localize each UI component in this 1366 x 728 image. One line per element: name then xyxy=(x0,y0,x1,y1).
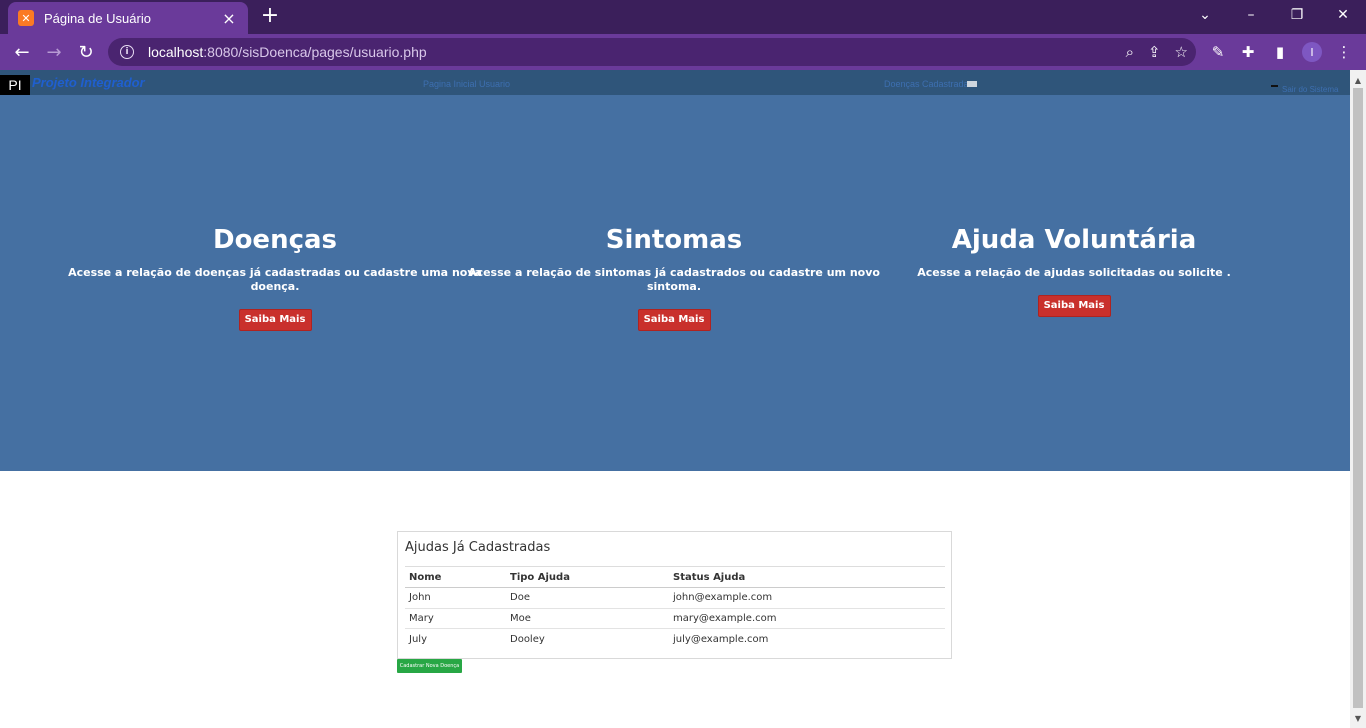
profile-avatar[interactable]: I xyxy=(1298,38,1326,66)
table-cell: Dooley xyxy=(510,633,545,645)
nav-dropdown-toggle[interactable] xyxy=(967,81,977,87)
close-window-icon[interactable]: ✕ xyxy=(1320,0,1366,30)
saiba-mais-ajuda-button[interactable]: Saiba Mais xyxy=(1037,295,1111,317)
table-cell: july@example.com xyxy=(673,633,769,645)
feature-ajuda-voluntaria: Ajuda Voluntária Acesse a relação de aju… xyxy=(864,222,1284,317)
table-row: July Dooley july@example.com xyxy=(405,629,945,650)
browser-menu-icon[interactable]: ⋮ xyxy=(1330,38,1358,66)
scroll-up-arrow-icon[interactable]: ▲ xyxy=(1350,72,1366,88)
feature-description: Acesse a relação de ajudas solicitadas o… xyxy=(917,266,1231,279)
table-cell: John xyxy=(405,587,506,609)
column-header-nome: Nome xyxy=(405,566,506,588)
nav-menu-dash-icon xyxy=(1271,85,1278,87)
feature-title: Doenças xyxy=(212,225,338,255)
table-cell: July xyxy=(409,633,427,645)
minimize-icon[interactable]: – xyxy=(1228,0,1274,30)
column-header-status: Status Ajuda xyxy=(669,566,945,588)
nav-link-home[interactable]: Pagina Inicial Usuario xyxy=(423,79,510,89)
cadastrar-nova-doenca-button[interactable]: Cadastrar Nova Doença xyxy=(397,659,462,673)
url-host: localhost xyxy=(148,44,204,60)
forward-arrow-icon[interactable]: → xyxy=(40,38,68,66)
back-arrow-icon[interactable]: ← xyxy=(8,38,36,66)
panel-title: Ajudas Já Cadastradas xyxy=(405,540,551,555)
url-path: :8080/sisDoenca/pages/usuario.php xyxy=(203,44,427,60)
browser-toolbar: ← → ↻ i localhost:8080/sisDoenca/pages/u… xyxy=(0,34,1366,70)
table-cell: Moe xyxy=(506,608,669,629)
bookmark-star-icon[interactable]: ☆ xyxy=(1175,43,1188,61)
browser-tab-strip: ✕ Página de Usuário × + ⌄ – ❐ ✕ xyxy=(0,0,1366,34)
table-cell: Doe xyxy=(506,587,669,609)
page-viewport: PI Projeto Integrador Pagina Inicial Usu… xyxy=(0,70,1350,728)
feature-sintomas: Sintomas Acesse a relação de sintomas já… xyxy=(464,222,884,331)
extensions-puzzle-icon[interactable]: ✚ xyxy=(1234,38,1262,66)
table-cell: Mary xyxy=(405,608,506,629)
saiba-mais-sintomas-button[interactable]: Saiba Mais xyxy=(637,309,711,331)
scroll-down-arrow-icon[interactable]: ▼ xyxy=(1350,710,1366,726)
new-tab-icon[interactable]: + xyxy=(258,4,282,28)
table-row: John Doe john@example.com xyxy=(405,587,945,609)
table-cell: john@example.com xyxy=(669,587,945,609)
ajudas-panel: Ajudas Já Cadastradas Nome Tipo Ajuda St… xyxy=(397,531,952,659)
restore-icon[interactable]: ❐ xyxy=(1274,0,1320,30)
tab-search-chevron-icon[interactable]: ⌄ xyxy=(1182,0,1228,30)
tab-title: Página de Usuário xyxy=(44,10,151,26)
xampp-favicon-icon: ✕ xyxy=(18,10,34,26)
hero-section: Doenças Acesse a relação de doenças já c… xyxy=(0,95,1350,471)
table-cell: mary@example.com xyxy=(669,608,945,629)
feature-title: Sintomas xyxy=(605,225,743,255)
column-header-tipo: Tipo Ajuda xyxy=(506,566,669,588)
site-navbar: PI Projeto Integrador Pagina Inicial Usu… xyxy=(0,70,1350,95)
address-bar[interactable]: i localhost:8080/sisDoenca/pages/usuario… xyxy=(108,38,1196,66)
table-row: Mary Moe mary@example.com xyxy=(405,608,945,629)
ajudas-table: Nome Tipo Ajuda Status Ajuda John Doe jo… xyxy=(405,566,945,649)
site-logo[interactable]: PI xyxy=(0,75,30,95)
zoom-icon[interactable]: ⌕ xyxy=(1126,43,1134,61)
feature-title: Ajuda Voluntária xyxy=(951,225,1197,255)
feature-description: Acesse a relação de sintomas já cadastra… xyxy=(468,266,880,293)
page-scrollbar[interactable]: ▲ ▼ xyxy=(1350,70,1366,728)
table-header-row: Nome Tipo Ajuda Status Ajuda xyxy=(405,566,945,588)
url-text[interactable]: localhost:8080/sisDoenca/pages/usuario.p… xyxy=(148,44,427,60)
site-info-icon[interactable]: i xyxy=(120,45,134,59)
extension-pen-icon[interactable]: ✎ xyxy=(1204,38,1232,66)
reload-icon[interactable]: ↻ xyxy=(72,38,100,66)
scroll-thumb[interactable] xyxy=(1353,88,1363,708)
feature-description: Acesse a relação de doenças já cadastrad… xyxy=(68,266,482,293)
site-brand[interactable]: Projeto Integrador xyxy=(32,75,145,90)
share-icon[interactable]: ⇪ xyxy=(1148,43,1161,61)
feature-doencas: Doenças Acesse a relação de doenças já c… xyxy=(65,222,485,331)
nav-link-doencas[interactable]: Doenças Cadastradas xyxy=(884,79,973,89)
saiba-mais-doencas-button[interactable]: Saiba Mais xyxy=(238,309,312,331)
nav-link-logout[interactable]: Sair do Sistema xyxy=(1282,85,1338,94)
browser-tab-active[interactable]: ✕ Página de Usuário × xyxy=(8,2,248,34)
close-tab-icon[interactable]: × xyxy=(220,9,238,28)
side-panel-icon[interactable]: ▮ xyxy=(1266,38,1294,66)
